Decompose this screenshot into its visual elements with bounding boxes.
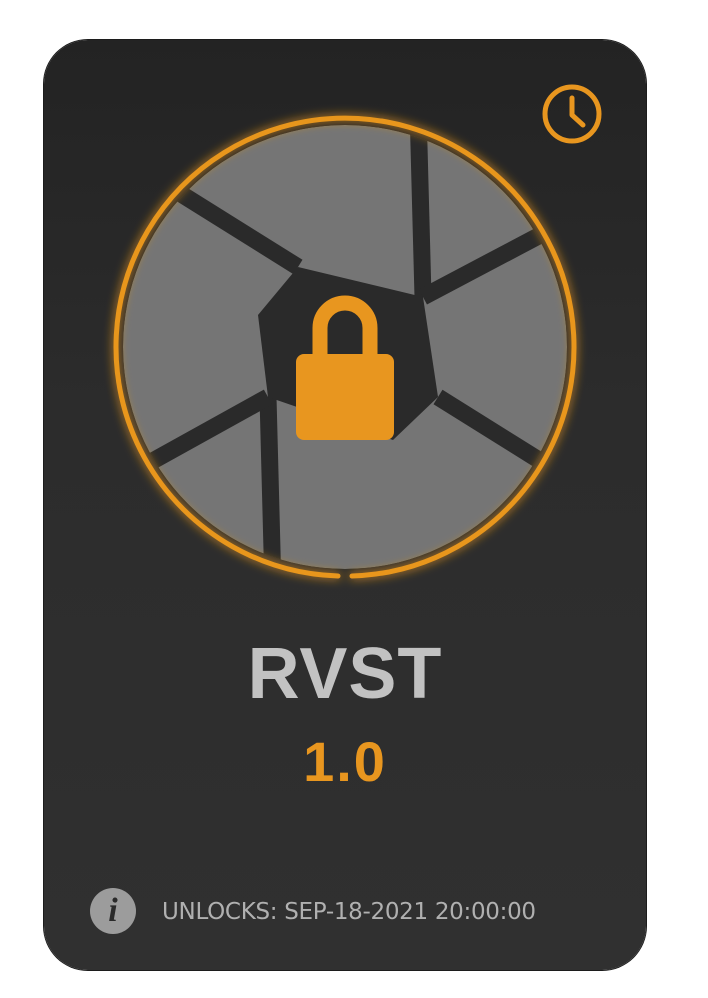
unlock-date-text: UNLOCKS: SEP-18-2021 20:00:00	[162, 899, 536, 925]
info-icon[interactable]: i	[90, 888, 136, 934]
token-version: 1.0	[303, 730, 387, 793]
token-card: RVST 1.0 i UNLOCKS: SEP-18-2021 20:00:00	[44, 40, 646, 970]
aperture-blades	[123, 125, 567, 569]
info-glyph: i	[108, 892, 118, 929]
token-name: RVST	[247, 634, 443, 714]
camera-aperture-icon	[113, 115, 577, 579]
